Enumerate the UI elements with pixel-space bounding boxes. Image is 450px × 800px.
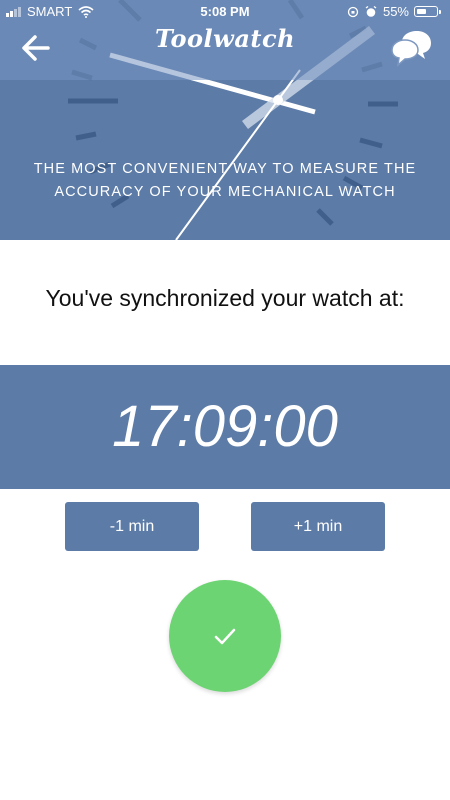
battery-level-fill bbox=[416, 8, 427, 14]
battery-icon bbox=[414, 6, 441, 17]
checkmark-icon bbox=[214, 628, 236, 645]
chat-bubbles-icon bbox=[391, 31, 431, 67]
synced-time: 17:09:00 bbox=[112, 394, 338, 459]
tagline: THE MOST CONVENIENT WAY TO MEASURE THE A… bbox=[33, 161, 417, 200]
hero-banner: SMART 5:08 PM 55% Toolwatch THE MOST CON… bbox=[0, 0, 450, 240]
status-right: 55% bbox=[347, 4, 441, 19]
plus-one-minute-button[interactable]: +1 min bbox=[251, 502, 385, 551]
synced-time-panel: 17:09:00 bbox=[0, 365, 450, 489]
sync-message: You've synchronized your watch at: bbox=[45, 285, 405, 311]
battery-percent: 55% bbox=[382, 4, 409, 19]
chat-button[interactable] bbox=[390, 30, 432, 68]
minus-one-minute-button[interactable]: -1 min bbox=[65, 502, 199, 551]
app-title: Toolwatch bbox=[154, 24, 296, 53]
orientation-lock-icon bbox=[347, 6, 359, 17]
confirm-button[interactable] bbox=[169, 580, 281, 692]
status-bar: SMART 5:08 PM 55% bbox=[0, 0, 450, 24]
alarm-icon bbox=[365, 5, 377, 17]
